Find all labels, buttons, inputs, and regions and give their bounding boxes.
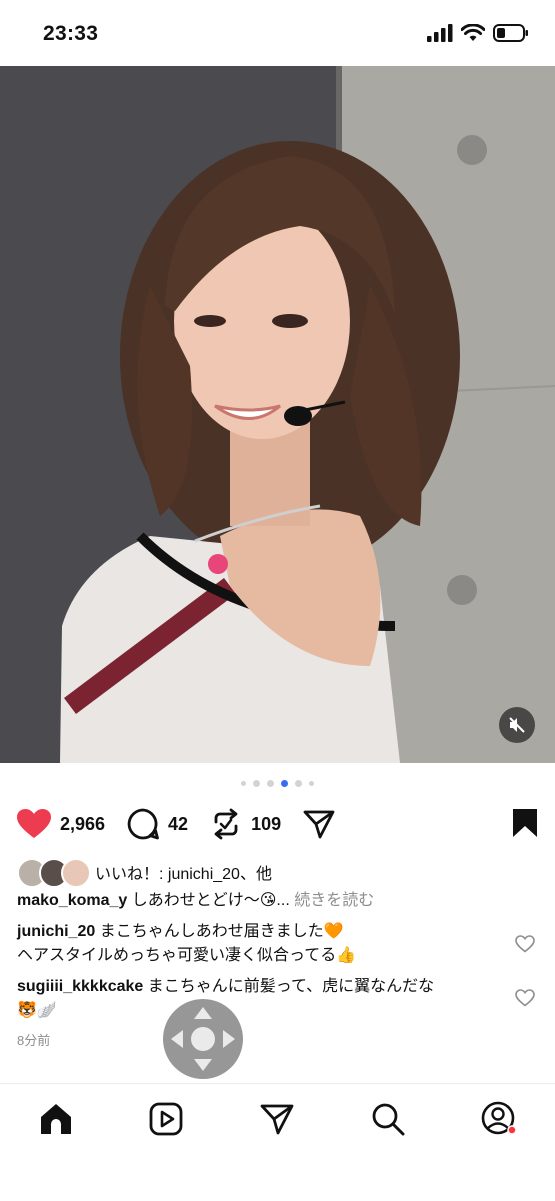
comments-count: 42 <box>168 813 189 834</box>
carousel-dot <box>309 781 314 786</box>
status-time: 23:33 <box>43 22 99 45</box>
repost-button[interactable]: 109 <box>210 808 281 840</box>
mute-button[interactable] <box>499 707 535 743</box>
like-comment-icon[interactable] <box>515 989 535 1007</box>
directional-pad-icon <box>171 1007 235 1071</box>
tab-search[interactable] <box>370 1101 406 1137</box>
share-button[interactable] <box>303 809 335 839</box>
comment-item: junichi_20 まこちゃんしあわせ届きました🧡 ヘアスタイルめっちゃ可愛い… <box>17 920 497 968</box>
reposts-count: 109 <box>251 813 282 834</box>
wifi-icon <box>461 24 485 41</box>
carousel-dot-active <box>281 780 288 787</box>
battery-icon <box>493 24 528 42</box>
cellular-signal-icon <box>427 24 453 42</box>
profile-icon <box>481 1101 517 1135</box>
comment-button[interactable]: 42 <box>127 808 188 840</box>
comment-username[interactable]: junichi_20 <box>17 923 95 940</box>
carousel-dot <box>253 780 260 787</box>
carousel-indicator <box>0 780 555 787</box>
post-actions: 2,966 42 109 <box>17 804 538 844</box>
post-timestamp: 8分前 <box>17 1033 51 1048</box>
caption-username[interactable]: mako_koma_y <box>17 892 127 909</box>
like-comment-icon[interactable] <box>515 935 535 953</box>
carousel-dot <box>241 781 246 786</box>
post-photo[interactable] <box>0 66 555 763</box>
carousel-dot <box>295 780 302 787</box>
status-icons <box>427 24 529 42</box>
send-icon <box>303 810 335 839</box>
tab-profile[interactable] <box>481 1101 517 1137</box>
save-button[interactable] <box>512 808 538 843</box>
bookmark-filled-icon <box>513 809 537 837</box>
reels-icon <box>149 1102 183 1136</box>
bottom-tab-bar <box>0 1083 555 1201</box>
caption-text: しあわせとどけ～😘... <box>131 892 290 909</box>
post-photo-image <box>0 66 555 763</box>
likes-count: 2,966 <box>60 813 106 834</box>
home-icon <box>41 1104 71 1134</box>
speaker-muted-icon <box>509 717 525 733</box>
tab-reels[interactable] <box>148 1101 184 1137</box>
heart-filled-icon <box>17 809 51 838</box>
tab-home[interactable] <box>38 1101 74 1137</box>
comment-item: sugiiii_kkkkcake まこちゃんに前髪って、虎に翼なんだな 🐯🪽 <box>17 975 497 1023</box>
status-bar: 23:33 <box>0 0 555 66</box>
comment-bubble-icon <box>127 808 159 840</box>
tab-direct[interactable] <box>259 1101 295 1137</box>
read-more-link[interactable]: 続きを読む <box>294 892 374 909</box>
send-icon <box>260 1104 294 1135</box>
post-caption: mako_koma_y しあわせとどけ～😘... 続きを読む <box>17 890 537 912</box>
liked-by-avatars <box>17 858 91 888</box>
search-icon <box>372 1103 405 1136</box>
comment-username[interactable]: sugiiii_kkkkcake <box>17 978 143 995</box>
avatar <box>61 858 91 888</box>
liked-by-row[interactable]: いいね！: junichi_20、他 <box>17 858 272 888</box>
assistive-touch-button[interactable] <box>163 999 243 1079</box>
like-button[interactable]: 2,966 <box>17 809 105 839</box>
repost-icon <box>214 808 238 840</box>
carousel-dot <box>267 780 274 787</box>
liked-by-text: いいね！: junichi_20、他 <box>95 866 272 883</box>
